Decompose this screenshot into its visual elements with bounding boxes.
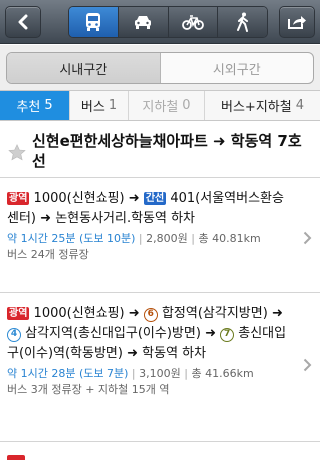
filter-label: 추천 — [16, 100, 41, 115]
filter-count: 4 — [295, 98, 304, 113]
distance: 총 40.81km — [198, 232, 261, 245]
wide-area-bus-badge: 광역 — [7, 192, 30, 205]
mode-tab-walk[interactable] — [218, 7, 267, 37]
route-item[interactable]: 광역 1000(신현쇼핑) ➜ 간선 401(서울역버스환승센터) ➜ 논현동사… — [0, 179, 320, 293]
region-segmented-control: 시내구간 시외구간 — [6, 52, 314, 84]
subway-line-7-icon: 7 — [220, 328, 235, 342]
wide-area-bus-badge: 광역 — [7, 307, 30, 320]
filter-label: 버스 — [80, 100, 105, 115]
travel-time: 약 1시간 25분 (도보 10분) — [7, 232, 136, 245]
separator: | — [138, 232, 143, 245]
subway-line-4-icon: 4 — [7, 328, 21, 342]
filter-count: 5 — [44, 98, 53, 113]
region-tab-city[interactable]: 시내구간 — [7, 53, 161, 83]
fare: 3,100원 — [139, 367, 181, 380]
bus-name: 1000(신현쇼핑) — [33, 191, 125, 206]
route-path: 광역 1000(신현쇼핑) ➜ 6 합정역(삼각지방면) ➜ 4 삼각지역(총신… — [7, 304, 295, 364]
chevron-left-icon — [18, 14, 28, 30]
separator: | — [191, 232, 195, 245]
route-path: 광역 1000(신현쇼핑) ➜ 간선 401(서울역버스환승센터) ➜ 논현동사… — [7, 189, 295, 229]
route-item-partial[interactable] — [0, 443, 320, 460]
filter-tab-bus-subway[interactable]: 버스+지하철 4 — [205, 91, 320, 120]
travel-time: 약 1시간 28분 (도보 7분) — [7, 367, 129, 380]
destination-stop: 학동역 하차 — [142, 346, 207, 361]
arrow-icon: ➜ — [271, 306, 283, 321]
arrow-icon: ➜ — [128, 306, 140, 321]
route-meta: 약 1시간 28분 (도보 7분) | 3,100원 | 총 41.66km — [7, 366, 295, 382]
distance: 총 41.66km — [191, 367, 254, 380]
star-icon[interactable] — [8, 144, 26, 161]
favorite-route-header: 신현e편한세상하늘채아파트 ➜ 학동역 7호선 — [0, 122, 320, 178]
walking-icon — [236, 12, 248, 32]
car-icon — [135, 16, 152, 29]
bus-icon — [86, 13, 101, 31]
filter-tab-subway[interactable]: 지하철 0 — [129, 91, 205, 120]
separator: | — [131, 367, 136, 380]
mode-tab-bicycle[interactable] — [168, 7, 219, 37]
station-direction: (총신대입구(이수)방면) — [72, 326, 201, 341]
route-summary: 버스 3개 정류장 + 지하철 15개 역 — [7, 383, 170, 396]
separator: | — [184, 367, 188, 380]
bicycle-icon — [181, 15, 204, 30]
fare: 2,800원 — [146, 232, 188, 245]
filter-tab-bus[interactable]: 버스 1 — [70, 91, 129, 120]
wide-area-bus-badge — [7, 455, 25, 460]
transport-mode-selector — [68, 6, 268, 38]
station-name: 합정역 — [161, 306, 198, 321]
filter-tab-recommended[interactable]: 추천 5 — [0, 91, 70, 120]
arrow-icon: ➜ — [205, 326, 216, 341]
region-selector-bar: 시내구간 시외구간 — [0, 45, 320, 91]
route-filter-tabs: 추천 5 버스 1 지하철 0 버스+지하철 4 — [0, 91, 320, 121]
top-navbar — [0, 0, 320, 44]
trunk-bus-badge: 간선 — [143, 192, 167, 205]
station-direction: (삼각지방면) — [197, 306, 268, 321]
chevron-right-icon — [303, 358, 312, 372]
filter-label: 지하철 — [142, 100, 179, 115]
station-direction: (학동방면) — [64, 346, 123, 361]
back-button[interactable] — [5, 6, 41, 38]
destination-stop: 논현동사거리.학동역 하차 — [55, 211, 196, 226]
station-name: 삼각지역 — [25, 326, 73, 341]
route-item[interactable]: 광역 1000(신현쇼핑) ➜ 6 합정역(삼각지방면) ➜ 4 삼각지역(총신… — [0, 294, 320, 442]
bus-name: 1000(신현쇼핑) — [33, 306, 125, 321]
route-summary: 버스 24개 정류장 — [7, 248, 89, 261]
filter-count: 0 — [182, 98, 191, 113]
chevron-right-icon — [303, 231, 312, 245]
arrow-icon: ➜ — [127, 346, 139, 361]
region-tab-intercity[interactable]: 시외구간 — [161, 53, 314, 83]
share-button[interactable] — [279, 6, 315, 38]
filter-label: 버스+지하철 — [221, 100, 292, 115]
share-icon — [288, 16, 306, 29]
arrow-icon: ➜ — [40, 211, 52, 226]
mode-tab-bus[interactable] — [69, 7, 119, 37]
mode-tab-car[interactable] — [118, 7, 169, 37]
filter-count: 1 — [108, 98, 118, 113]
route-meta: 약 1시간 25분 (도보 10분) | 2,800원 | 총 40.81km — [7, 231, 295, 247]
subway-line-6-icon: 6 — [143, 308, 158, 322]
favorite-route-title: 신현e편한세상하늘채아파트 ➜ 학동역 7호선 — [32, 132, 302, 170]
arrow-icon: ➜ — [128, 191, 140, 206]
